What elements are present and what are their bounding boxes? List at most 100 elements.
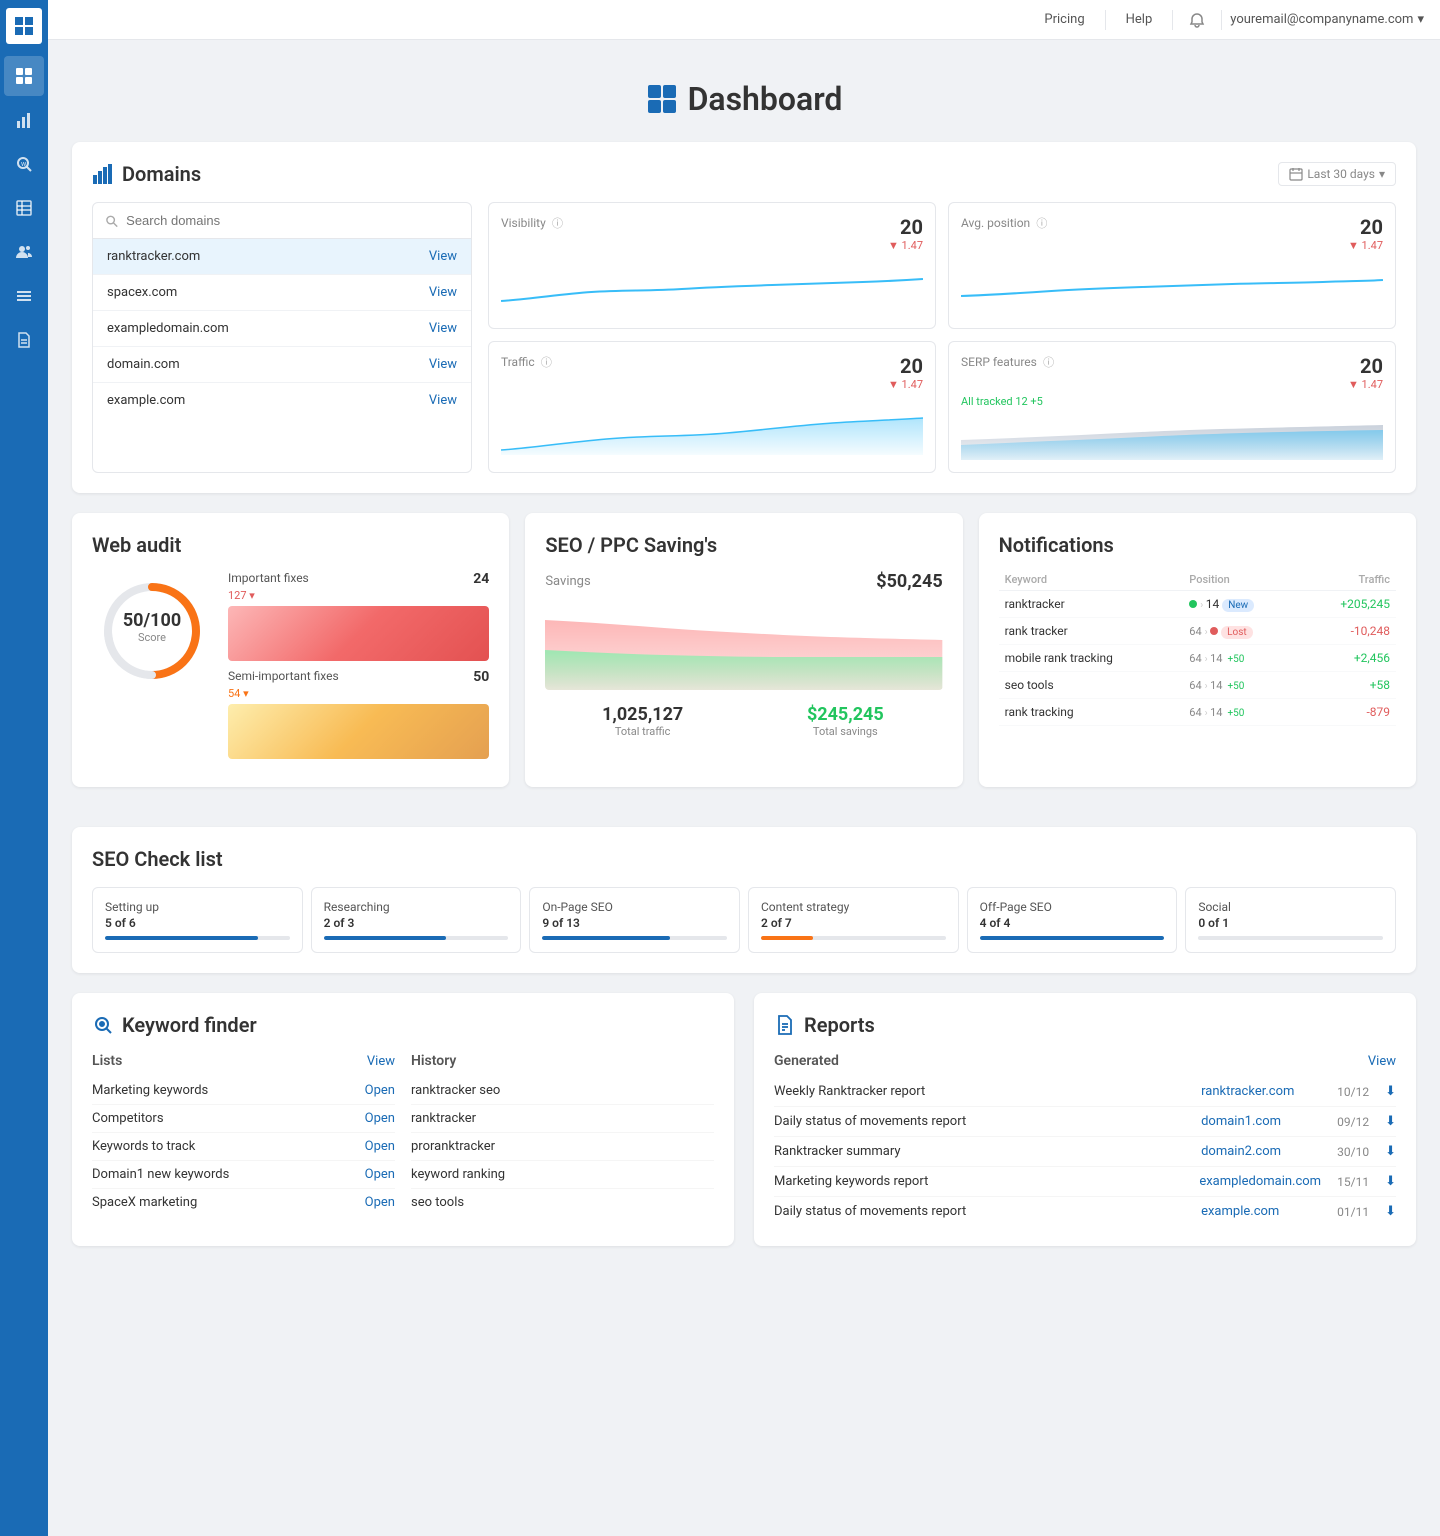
- kf-list-item[interactable]: Domain1 new keywords Open: [92, 1161, 395, 1189]
- notif-row: seo tools 64 › 14 +50 +58: [999, 672, 1396, 699]
- domain-view-link[interactable]: View: [429, 249, 457, 264]
- reports-generated-header: Generated View: [774, 1053, 1396, 1069]
- domains-header: Domains Last 30 days ▾: [92, 162, 1396, 186]
- domain-row[interactable]: exampledomain.com View: [93, 311, 471, 347]
- notif-position: 64 › Lost: [1183, 618, 1301, 645]
- domains-search-input[interactable]: [126, 213, 459, 228]
- sidebar-item-table[interactable]: [4, 188, 44, 228]
- top-nav: Pricing Help youremail@companyname.com ▾: [48, 0, 1440, 40]
- middle-row: Web audit 50/100 Score Important fixes: [72, 513, 1416, 807]
- sidebar-item-users[interactable]: [4, 232, 44, 272]
- kf-list-item[interactable]: Keywords to track Open: [92, 1133, 395, 1161]
- keyword-finder-grid: Lists View Marketing keywords Open Compe…: [92, 1053, 714, 1216]
- bottom-row: Keyword finder Lists View Marketing keyw…: [72, 993, 1416, 1266]
- help-link[interactable]: Help: [1114, 8, 1165, 31]
- kf-history-item[interactable]: ranktracker: [411, 1105, 714, 1133]
- report-row: Daily status of movements report domain1…: [774, 1107, 1396, 1137]
- sidebar-logo: [6, 8, 42, 44]
- domain-view-link[interactable]: View: [429, 285, 457, 300]
- sidebar-item-document[interactable]: [4, 320, 44, 360]
- download-icon[interactable]: ⬇: [1385, 1174, 1396, 1189]
- nav-divider-3: [1221, 10, 1222, 30]
- savings-chart: [545, 600, 942, 690]
- progress-bar: [761, 936, 946, 940]
- visibility-chart-area: [501, 256, 923, 316]
- seo-checklist-section: SEO Check list Setting up 5 of 6 Researc…: [72, 827, 1416, 973]
- notif-traffic: -879: [1301, 699, 1396, 726]
- download-icon[interactable]: ⬇: [1385, 1144, 1396, 1159]
- domain-view-link[interactable]: View: [429, 357, 457, 372]
- dashboard-icon: [646, 83, 678, 115]
- kf-lists-view[interactable]: View: [367, 1054, 395, 1069]
- notifications-table: Keyword Position Traffic ranktracker › 1…: [999, 569, 1396, 726]
- badge-new: New: [1222, 599, 1254, 612]
- domain-row[interactable]: ranktracker.com View: [93, 239, 471, 275]
- seo-checklist-title: SEO Check list: [92, 847, 1396, 871]
- notif-row: mobile rank tracking 64 › 14 +50 +2,456: [999, 645, 1396, 672]
- visibility-chart: Visibility ⓘ 20 ▼ 1.47: [488, 202, 936, 329]
- pricing-link[interactable]: Pricing: [1032, 8, 1096, 31]
- notif-traffic: -10,248: [1301, 618, 1396, 645]
- domain-view-link[interactable]: View: [429, 321, 457, 336]
- notif-keyword: mobile rank tracking: [999, 645, 1184, 672]
- traffic-chart-area: [501, 395, 923, 455]
- user-menu[interactable]: youremail@companyname.com ▾: [1230, 12, 1424, 27]
- domains-title: Domains: [92, 162, 201, 186]
- reports-title: Reports: [774, 1013, 1396, 1037]
- notifications-section: Notifications Keyword Position Traffic r…: [979, 513, 1416, 787]
- domain-view-link[interactable]: View: [429, 393, 457, 408]
- progress-bar: [980, 936, 1165, 940]
- kf-history-item[interactable]: keyword ranking: [411, 1161, 714, 1189]
- checklist-item[interactable]: Researching 2 of 3: [311, 887, 522, 953]
- reports-icon: [774, 1014, 796, 1036]
- web-audit-title: Web audit: [92, 533, 489, 557]
- checklist-item[interactable]: Setting up 5 of 6: [92, 887, 303, 953]
- domains-search-box: [93, 203, 471, 239]
- kf-history-item[interactable]: ranktracker seo: [411, 1077, 714, 1105]
- savings-amount: $50,245: [876, 571, 942, 592]
- sidebar-item-search[interactable]: w: [4, 144, 44, 184]
- audit-fixes: Important fixes 24 127 ▾ Semi-important …: [228, 571, 489, 767]
- main-content: Dashboard Domains Last 30 days: [48, 40, 1440, 1290]
- kf-list-item[interactable]: Marketing keywords Open: [92, 1077, 395, 1105]
- domain-row[interactable]: spacex.com View: [93, 275, 471, 311]
- kf-list-item[interactable]: Competitors Open: [92, 1105, 395, 1133]
- kf-history-item[interactable]: seo tools: [411, 1189, 714, 1216]
- checklist-item[interactable]: Content strategy 2 of 7: [748, 887, 959, 953]
- position-dot: [1210, 627, 1218, 635]
- checklist-item[interactable]: Off-Page SEO 4 of 4: [967, 887, 1178, 953]
- checklist-item[interactable]: On-Page SEO 9 of 13: [529, 887, 740, 953]
- kf-list-item[interactable]: SpaceX marketing Open: [92, 1189, 395, 1216]
- serp-features-chart: SERP features ⓘ 20 ▼ 1.47 All tracked 12…: [948, 341, 1396, 473]
- sidebar-item-dashboard[interactable]: [4, 56, 44, 96]
- notif-keyword: seo tools: [999, 672, 1184, 699]
- sidebar-item-list[interactable]: [4, 276, 44, 316]
- download-icon[interactable]: ⬇: [1385, 1084, 1396, 1099]
- notif-traffic: +2,456: [1301, 645, 1396, 672]
- kf-history-item[interactable]: proranktracker: [411, 1133, 714, 1161]
- notif-keyword: ranktracker: [999, 591, 1184, 618]
- notifications-title: Notifications: [999, 533, 1396, 557]
- keyword-finder-icon: [92, 1014, 114, 1036]
- report-row: Weekly Ranktracker report ranktracker.co…: [774, 1077, 1396, 1107]
- charts-grid: Visibility ⓘ 20 ▼ 1.47: [488, 202, 1396, 473]
- notifications-bell[interactable]: [1181, 4, 1213, 36]
- semi-important-fixes-row: Semi-important fixes 50 54 ▾: [228, 669, 489, 759]
- domain-row[interactable]: example.com View: [93, 383, 471, 418]
- checklist-item[interactable]: Social 0 of 1: [1185, 887, 1396, 953]
- download-icon[interactable]: ⬇: [1385, 1204, 1396, 1219]
- sidebar-item-analytics[interactable]: [4, 100, 44, 140]
- kf-history-header: History: [411, 1053, 714, 1069]
- savings-label: Savings: [545, 574, 590, 589]
- progress-bar: [324, 936, 509, 940]
- domain-row[interactable]: domain.com View: [93, 347, 471, 383]
- date-filter[interactable]: Last 30 days ▾: [1278, 162, 1396, 186]
- download-icon[interactable]: ⬇: [1385, 1114, 1396, 1129]
- domains-list: ranktracker.com View spacex.com View exa…: [92, 202, 472, 473]
- notif-row: rank tracking 64 › 14 +50 -879: [999, 699, 1396, 726]
- notif-keyword: rank tracking: [999, 699, 1184, 726]
- domains-section: Domains Last 30 days ▾: [72, 142, 1416, 493]
- report-row: Daily status of movements report example…: [774, 1197, 1396, 1226]
- badge-lost: Lost: [1221, 626, 1253, 639]
- reports-view-link[interactable]: View: [1368, 1054, 1396, 1069]
